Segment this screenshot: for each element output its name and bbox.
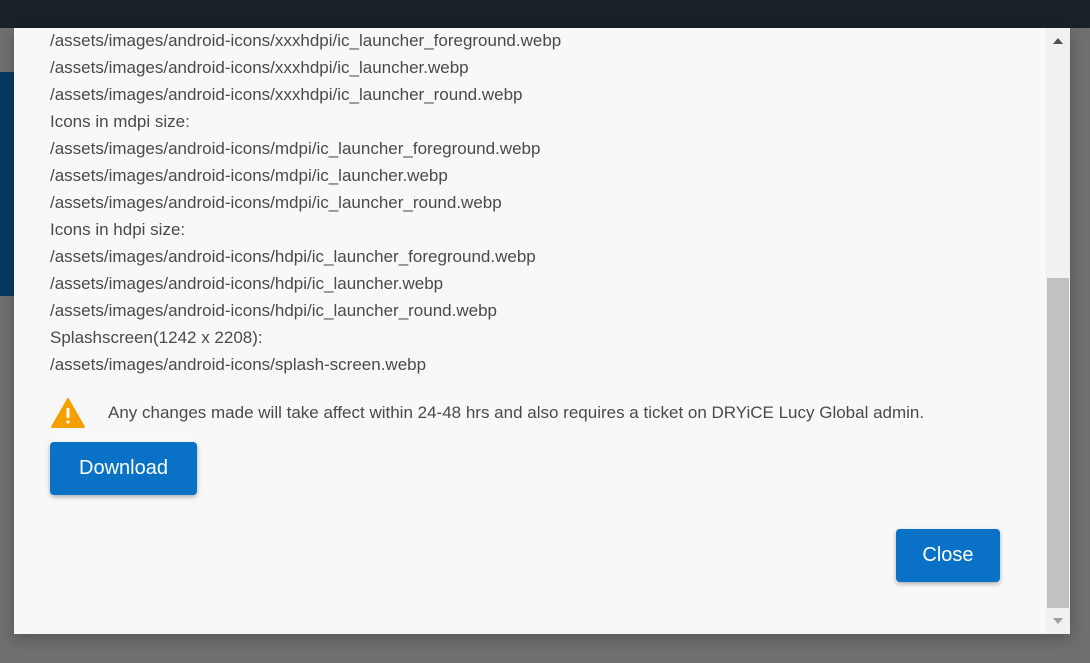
file-path-line: /assets/images/android-icons/mdpi/ic_lau…	[50, 139, 541, 158]
warning-triangle-icon	[51, 398, 85, 428]
file-path-line: /assets/images/android-icons/hdpi/ic_lau…	[50, 247, 536, 266]
file-path-line: /assets/images/android-icons/mdpi/ic_lau…	[50, 166, 448, 185]
close-button[interactable]: Close	[896, 529, 1000, 582]
vertical-scrollbar[interactable]	[1046, 28, 1070, 634]
file-path-line: /assets/images/android-icons/xxxhdpi/ic_…	[50, 31, 562, 50]
warning-text: Any changes made will take affect within…	[108, 403, 925, 422]
file-path-line: /assets/images/android-icons/xxxhdpi/ic_…	[50, 58, 469, 77]
modal-dialog: /assets/images/android-icons/xxxhdpi/ic_…	[14, 28, 1070, 634]
scrollbar-thumb[interactable]	[1047, 278, 1069, 608]
file-path-line: /assets/images/android-icons/hdpi/ic_lau…	[50, 274, 444, 293]
download-button[interactable]: Download	[50, 442, 197, 495]
scroll-down-arrow-icon[interactable]	[1046, 610, 1070, 632]
section-heading: Icons in mdpi size:	[50, 112, 190, 131]
section-heading: Icons in hdpi size:	[50, 220, 186, 239]
file-path-line: /assets/images/android-icons/splash-scre…	[50, 355, 427, 374]
modal-content: /assets/images/android-icons/xxxhdpi/ic_…	[50, 28, 1040, 378]
file-path-line: /assets/images/android-icons/mdpi/ic_lau…	[50, 193, 502, 212]
app-topbar	[0, 0, 1090, 28]
section-heading: Splashscreen(1242 x 2208):	[50, 328, 263, 347]
file-path-line: /assets/images/android-icons/hdpi/ic_lau…	[50, 301, 497, 320]
file-path-line: /assets/images/android-icons/xxxhdpi/ic_…	[50, 85, 523, 104]
scroll-up-arrow-icon[interactable]	[1046, 30, 1070, 52]
warning-notice: Any changes made will take affect within…	[50, 396, 924, 430]
background-panel	[0, 72, 14, 296]
